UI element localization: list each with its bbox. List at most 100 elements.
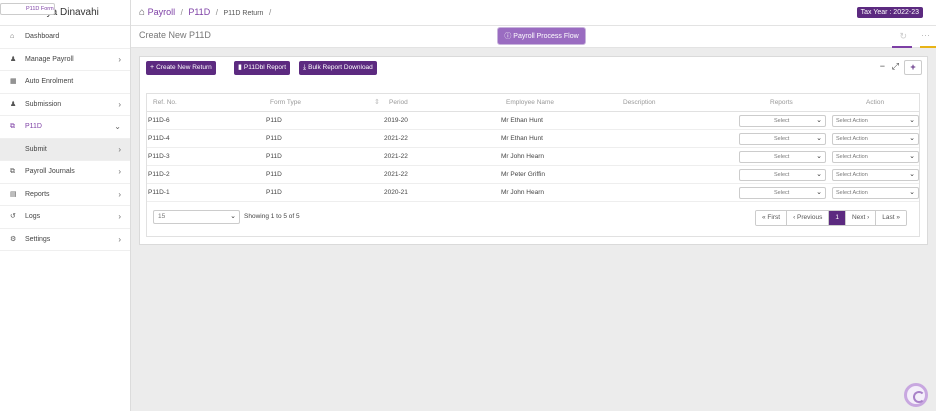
cell-ref: P11D-4 <box>148 135 170 142</box>
table-row: P11D-3 P11D 2021-22 Mr John Hearn Select ⌄ Sel… <box>147 148 919 166</box>
column-header[interactable]: Employee Name <box>506 99 554 106</box>
last-page-button[interactable]: Last » <box>876 211 907 225</box>
chevron-down-icon: ⌄ <box>909 189 915 196</box>
sidebar-item-payroll-journals[interactable]: ⧉ Payroll Journals › <box>0 161 130 184</box>
sidebar-item-label: Payroll Journals <box>25 168 75 175</box>
chevron-right-icon: › <box>118 99 121 109</box>
cell-employee: Mr Ethan Hunt <box>501 135 543 142</box>
sidebar-item-p11d-form[interactable]: P11D Form <box>0 3 55 15</box>
column-header[interactable]: Form Type <box>270 99 301 106</box>
first-page-button[interactable]: « First <box>756 211 788 225</box>
home-icon[interactable]: ⌂ <box>139 7 145 18</box>
action-select-value: Select Action <box>836 154 868 160</box>
table-row: P11D-6 P11D 2019-20 Mr Ethan Hunt Select ⌄ Sel… <box>147 112 919 130</box>
info-icon: ⓘ <box>504 33 512 40</box>
cell-period: 2021-22 <box>384 135 408 142</box>
sidebar-item-dashboard[interactable]: ⌂ Dashboard <box>0 26 130 49</box>
column-header[interactable]: Action <box>866 99 884 106</box>
action-select[interactable]: Select Action ⌄ <box>832 151 919 163</box>
cell-ref: P11D-3 <box>148 153 170 160</box>
reports-select[interactable]: Select ⌄ <box>739 151 826 163</box>
sidebar-item-submit[interactable]: Submit › <box>0 138 130 161</box>
cell-ref: P11D-2 <box>148 171 170 178</box>
cell-period: 2020-21 <box>384 189 408 196</box>
sidebar-item-logs[interactable]: ↺ Logs › <box>0 206 130 229</box>
breadcrumb-separator: / <box>268 8 272 17</box>
breadcrumb-separator: / <box>180 8 183 17</box>
bar-chart-icon: ▮ <box>238 64 242 71</box>
action-select[interactable]: Select Action ⌄ <box>832 133 919 145</box>
chevron-down-icon: ⌄ <box>909 117 915 124</box>
action-select[interactable]: Select Action ⌄ <box>832 169 919 181</box>
column-header[interactable]: Description <box>623 99 656 106</box>
highlight-indicator <box>920 46 936 48</box>
reports-select[interactable]: Select ⌄ <box>739 169 826 181</box>
sidebar-item-submission[interactable]: ♟ Submission › <box>0 94 130 116</box>
bulk-report-download-button[interactable]: ⤓ Bulk Report Download <box>299 61 377 75</box>
previous-page-button[interactable]: ‹ Previous <box>787 211 830 225</box>
sidebar-item-p11d[interactable]: ⧉ P11D ⌄ <box>0 116 130 139</box>
gear-icon: ⚙ <box>10 235 17 243</box>
app-logo[interactable] <box>904 383 928 407</box>
chevron-right-icon: › <box>118 54 121 64</box>
plus-icon: + <box>150 64 155 71</box>
create-new-return-button[interactable]: + Create New Return <box>146 61 216 75</box>
bulk-report-download-label: Bulk Report Download <box>308 64 373 71</box>
reports-select[interactable]: Select ⌄ <box>739 133 826 145</box>
sidebar-item-reports[interactable]: ▤ Reports › <box>0 184 130 206</box>
sidebar-item-label: Auto Enrolment <box>25 78 74 85</box>
dashboard-icon: ⌂ <box>10 33 15 40</box>
sidebar-item-label: Submit <box>25 145 47 153</box>
cell-period: 2019-20 <box>384 117 408 124</box>
active-indicator <box>892 46 912 48</box>
payroll-process-flow-label: Payroll Process Flow <box>513 33 579 40</box>
next-page-button[interactable]: Next › <box>845 211 877 225</box>
sidebar-item-settings[interactable]: ⚙ Settings › <box>0 229 130 251</box>
action-select-value: Select Action <box>836 118 868 124</box>
user-icon: ♟ <box>10 55 17 63</box>
reports-select-value: Select <box>774 190 790 196</box>
pagination: « First ‹ Previous 1 Next › Last » <box>755 210 908 226</box>
top-bar: ⌂ Payroll / P11D / P11D Return / Tax Yea… <box>131 0 936 26</box>
download-icon: ⤓ <box>303 64 307 71</box>
add-circle-icon[interactable]: + <box>904 60 922 75</box>
column-header[interactable]: Period <box>389 99 408 106</box>
chevron-down-icon: ⌄ <box>114 122 121 131</box>
more-icon[interactable]: ⋯ <box>921 30 930 41</box>
column-header[interactable]: Ref. No. <box>153 99 177 106</box>
current-page-button[interactable]: 1 <box>829 211 846 225</box>
sidebar-item-label: P11D <box>25 123 42 130</box>
chevron-right-icon: › <box>118 144 121 154</box>
reports-select[interactable]: Select ⌄ <box>739 115 826 127</box>
sidebar-item-auto-enrolment[interactable]: ▦ Auto Enrolment <box>0 71 130 94</box>
breadcrumb-payroll[interactable]: Payroll <box>148 7 176 17</box>
returns-table: Ref. No. Form Type ⇕ Period Employee Nam… <box>146 93 920 237</box>
reports-select[interactable]: Select ⌄ <box>739 187 826 199</box>
chevron-right-icon: › <box>118 212 121 221</box>
cell-period: 2021-22 <box>384 153 408 160</box>
expand-icon[interactable]: ⤢ <box>892 61 899 72</box>
chevron-right-icon: › <box>118 189 121 199</box>
refresh-icon[interactable]: ↻ <box>899 31 907 42</box>
sidebar-item-label: Dashboard <box>25 33 60 40</box>
breadcrumb-separator: / <box>215 8 218 17</box>
page-size-select[interactable]: 15 ⌄ <box>153 210 240 224</box>
action-select-value: Select Action <box>836 190 868 196</box>
action-select[interactable]: Select Action ⌄ <box>832 115 919 127</box>
minimize-icon[interactable]: − <box>880 61 885 71</box>
action-select[interactable]: Select Action ⌄ <box>832 187 919 199</box>
payroll-process-flow-button[interactable]: ⓘ Payroll Process Flow <box>497 27 586 45</box>
sidebar-item-manage-payroll[interactable]: ♟ Manage Payroll › <box>0 49 130 71</box>
chevron-down-icon: ⌄ <box>816 171 822 178</box>
sidebar-item-label: Manage Payroll <box>25 55 74 63</box>
sidebar: Surya Dinavahi ⌂ Dashboard ♟ Manage Payroll… <box>0 0 131 411</box>
table-row: P11D-1 P11D 2020-21 Mr John Hearn Select ⌄ Sel… <box>147 184 919 202</box>
grid-icon: ▦ <box>10 78 17 85</box>
breadcrumb-p11d[interactable]: P11D <box>188 7 210 17</box>
cell-form-type: P11D <box>266 189 282 196</box>
chevron-down-icon: ⌄ <box>816 117 822 124</box>
p11dbl-report-button[interactable]: ▮ P11Dbl Report <box>234 61 291 75</box>
column-header[interactable]: Reports <box>770 99 793 106</box>
sort-icon[interactable]: ⇕ <box>374 98 380 106</box>
p11dbl-report-label: P11Dbl Report <box>243 64 287 71</box>
